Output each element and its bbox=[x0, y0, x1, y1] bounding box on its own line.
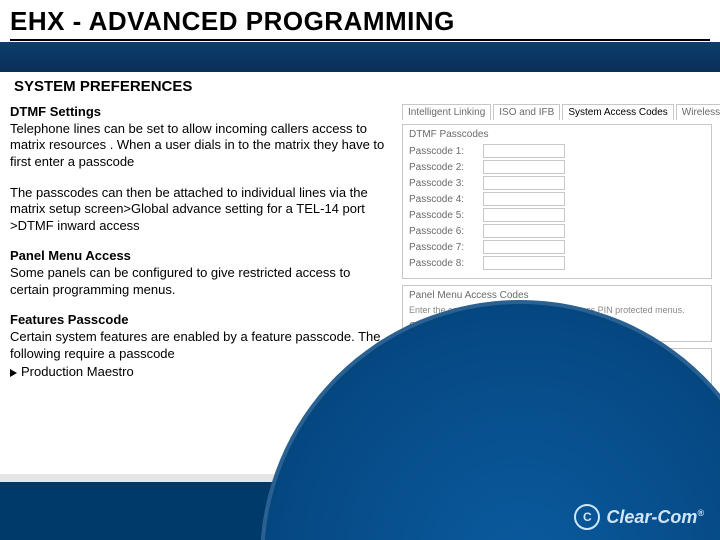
passcode-label: Passcode 8: bbox=[409, 258, 477, 269]
header-bar bbox=[0, 42, 720, 72]
brand-name: Clear-Com bbox=[606, 507, 697, 527]
passcode-row-7: Passcode 7: bbox=[409, 240, 705, 254]
passcode-row-4: Passcode 4: bbox=[409, 192, 705, 206]
passcode-4-input[interactable] bbox=[483, 192, 565, 206]
passcode-5-input[interactable] bbox=[483, 208, 565, 222]
features-bullet-text: Production Maestro bbox=[21, 364, 134, 379]
passcode-row-5: Passcode 5: bbox=[409, 208, 705, 222]
logo-mark-icon: C bbox=[574, 504, 600, 530]
group-dtmf-title: DTMF Passcodes bbox=[409, 129, 705, 140]
panel-heading: Panel Menu Access bbox=[10, 248, 390, 265]
passcode-row-3: Passcode 3: bbox=[409, 176, 705, 190]
features-heading: Features Passcode bbox=[10, 312, 390, 329]
passcode-label: Passcode 1: bbox=[409, 146, 477, 157]
page-title: EHX - ADVANCED PROGRAMMING bbox=[0, 0, 720, 37]
registered-icon: ® bbox=[697, 508, 704, 518]
passcode-2-input[interactable] bbox=[483, 160, 565, 174]
passcode-label: Passcode 2: bbox=[409, 162, 477, 173]
tab-system-access-codes[interactable]: System Access Codes bbox=[562, 104, 673, 120]
passcode-1-input[interactable] bbox=[483, 144, 565, 158]
passcode-row-8: Passcode 8: bbox=[409, 256, 705, 270]
passcode-label: Passcode 5: bbox=[409, 210, 477, 221]
dtmf-heading: DTMF Settings bbox=[10, 104, 390, 121]
panel-p1: Some panels can be configured to give re… bbox=[10, 265, 350, 297]
title-rule bbox=[10, 39, 710, 41]
tab-intelligent-linking[interactable]: Intelligent Linking bbox=[402, 104, 491, 120]
passcode-label: Passcode 7: bbox=[409, 242, 477, 253]
tab-strip: Intelligent Linking ISO and IFB System A… bbox=[402, 104, 712, 120]
triangle-bullet-icon bbox=[10, 369, 17, 377]
dtmf-p2: The passcodes can then be attached to in… bbox=[10, 185, 390, 235]
group-dtmf-passcodes: DTMF Passcodes Passcode 1: Passcode 2: P… bbox=[402, 124, 712, 279]
body-text: DTMF Settings Telephone lines can be set… bbox=[10, 104, 390, 381]
section-subtitle: SYSTEM PREFERENCES bbox=[14, 78, 192, 95]
passcode-label: Passcode 6: bbox=[409, 226, 477, 237]
passcode-label: Passcode 3: bbox=[409, 178, 477, 189]
passcode-7-input[interactable] bbox=[483, 240, 565, 254]
passcode-label: Passcode 4: bbox=[409, 194, 477, 205]
passcode-row-1: Passcode 1: bbox=[409, 144, 705, 158]
tab-wireless-beltpacks[interactable]: Wireless Beltpacks bbox=[676, 104, 720, 120]
passcode-6-input[interactable] bbox=[483, 224, 565, 238]
brand-logo: C Clear-Com® bbox=[574, 504, 704, 530]
group-panel-title: Panel Menu Access Codes bbox=[409, 290, 705, 301]
passcode-3-input[interactable] bbox=[483, 176, 565, 190]
passcode-row-2: Passcode 2: bbox=[409, 160, 705, 174]
tab-iso-ifb[interactable]: ISO and IFB bbox=[493, 104, 560, 120]
features-p1: Certain system features are enabled by a… bbox=[10, 329, 380, 361]
passcode-8-input[interactable] bbox=[483, 256, 565, 270]
passcode-row-6: Passcode 6: bbox=[409, 224, 705, 238]
dtmf-p1: Telephone lines can be set to allow inco… bbox=[10, 121, 384, 169]
